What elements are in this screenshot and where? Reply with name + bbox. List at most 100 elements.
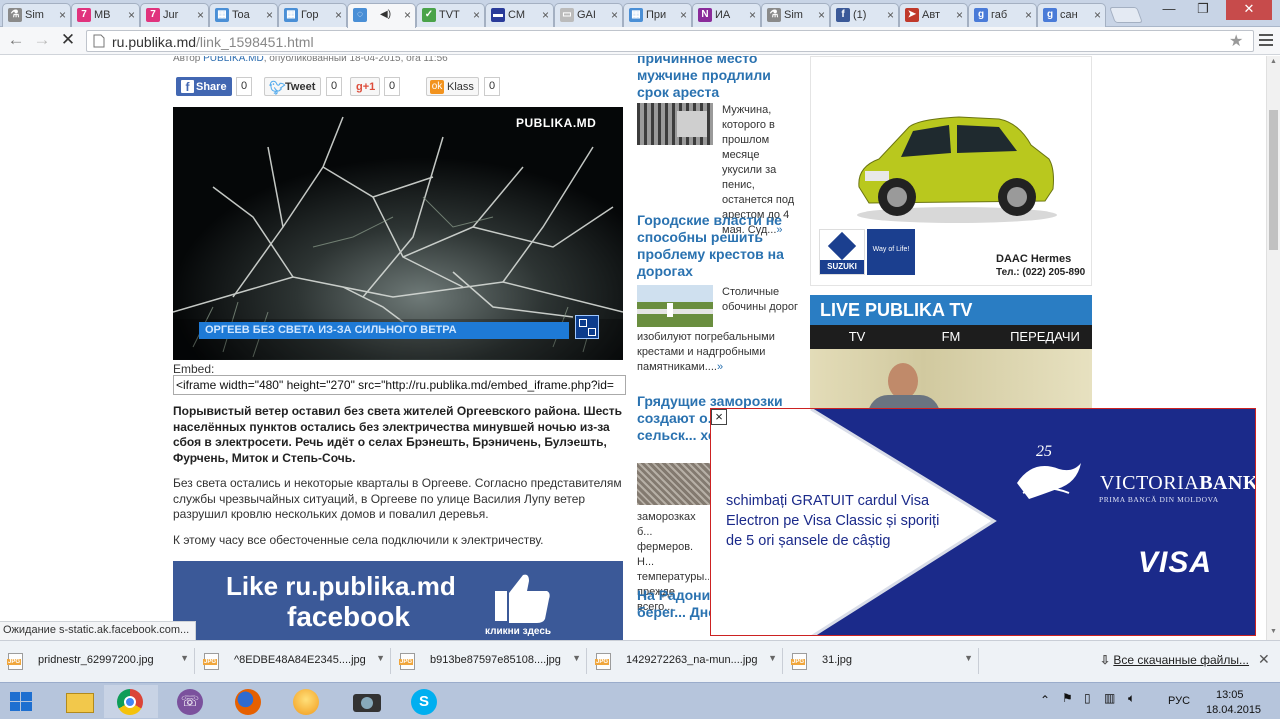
tab-label: Гор (301, 9, 319, 21)
skype-taskbar-button[interactable]: S (398, 685, 452, 718)
rambler-taskbar-button[interactable] (280, 685, 334, 718)
back-icon[interactable]: ← (6, 31, 26, 51)
download-item[interactable]: 31.jpg ▼ (784, 648, 979, 674)
news-thumbnail[interactable] (637, 285, 713, 327)
maximize-button[interactable]: ❐ (1190, 0, 1216, 20)
close-tab-icon[interactable]: × (59, 4, 66, 26)
facebook-like-banner[interactable]: Like ru.publika.md facebook кликни здесь (173, 561, 623, 640)
news-title[interactable]: Городские власти не способны решить проб… (637, 212, 802, 280)
new-tab-button[interactable] (1109, 7, 1143, 23)
close-tab-icon[interactable]: × (197, 4, 204, 26)
chrome-taskbar-button[interactable] (104, 685, 158, 718)
gplus-button[interactable]: g+1 (350, 77, 380, 96)
browser-tab[interactable]: N ИА × (692, 3, 761, 27)
browser-tab[interactable]: ⚗ Sim × (2, 3, 71, 27)
tweet-button[interactable]: 🐦︎ Tweet (264, 77, 321, 96)
video-player[interactable]: PUBLIKA.MD ОРГЕЕВ БЕЗ СВЕТА ИЗ-ЗА СИЛЬНО… (173, 107, 623, 360)
browser-tab[interactable]: ◌ ◀) × (347, 3, 416, 28)
scroll-down-icon[interactable]: ▼ (1270, 628, 1277, 635)
download-item[interactable]: 1429272263_na-mun....jpg ▼ (588, 648, 783, 674)
klass-button[interactable]: ok Klass (426, 77, 479, 96)
camera-taskbar-button[interactable] (340, 685, 394, 718)
close-window-button[interactable]: ✕ (1226, 0, 1272, 20)
browser-tab[interactable]: f (1) × (830, 3, 899, 27)
address-bar[interactable]: ru.publika.md/link_1598451.html ★ (86, 30, 1254, 52)
download-item[interactable]: ^8EDBE48A84E2345....jpg ▼ (196, 648, 391, 674)
browser-tab[interactable]: ➤ Авт × (899, 3, 968, 27)
scrollbar-thumb[interactable] (1269, 110, 1278, 250)
bank-tagline: PRIMA BANCĂ DIN MOLDOVA (1099, 495, 1219, 504)
browser-tab[interactable]: 7 Jur × (140, 3, 209, 27)
news-thumbnail[interactable] (637, 463, 713, 505)
audio-playing-icon[interactable]: ◀) (380, 4, 391, 26)
firefox-taskbar-button[interactable] (222, 685, 276, 718)
volume-icon[interactable]: 🔈︎ (1128, 691, 1135, 706)
close-tab-icon[interactable]: × (887, 4, 894, 26)
browser-tab[interactable]: 7 MB × (71, 3, 140, 27)
close-tab-icon[interactable]: × (128, 4, 135, 26)
chevron-down-icon[interactable]: ▼ (572, 653, 581, 663)
victoriabank-popup-ad[interactable]: × schimbați GRATUIT cardul Visa Electron… (710, 408, 1256, 636)
clock-date[interactable]: 18.04.2015 (1206, 704, 1261, 716)
close-shelf-icon[interactable]: ✕ (1258, 651, 1270, 668)
all-downloads-link[interactable]: ⇩ Все скачанные файлы... (1100, 653, 1249, 667)
google-icon: g (974, 8, 988, 22)
browser-tab[interactable]: g габ × (968, 3, 1037, 27)
chevron-down-icon[interactable]: ▼ (768, 653, 777, 663)
browser-tab[interactable]: ▭ GAI × (554, 3, 623, 27)
download-item[interactable]: pridnestr_62997200.jpg ▼ (0, 648, 195, 674)
bookmark-star-icon[interactable]: ★ (1229, 31, 1243, 51)
page-viewport: Автор PUBLIKA.MD, опубликованный 18-04-2… (0, 56, 1266, 640)
browser-tab[interactable]: ✓ TVT × (416, 3, 485, 27)
browser-tab[interactable]: ▬ СМ × (485, 3, 554, 27)
close-tab-icon[interactable]: × (473, 4, 480, 26)
chevron-down-icon[interactable]: ▼ (180, 653, 189, 663)
browser-tab[interactable]: ⚗ Sim × (761, 3, 830, 27)
menu-icon[interactable] (1258, 31, 1274, 49)
stop-icon[interactable]: ✕ (58, 31, 78, 51)
close-tab-icon[interactable]: × (542, 4, 549, 26)
forward-icon[interactable]: → (32, 31, 52, 51)
embed-code-field[interactable]: <iframe width="480" height="270" src="ht… (173, 375, 626, 395)
author-link[interactable]: PUBLIKA.MD (203, 56, 264, 64)
close-tab-icon[interactable]: × (818, 4, 825, 26)
tab-programs[interactable]: ПЕРЕДАЧИ (998, 325, 1092, 349)
suzuki-ad[interactable]: SUZUKI Way of Life! DAAC Hermes Тел.: (0… (810, 56, 1092, 286)
browser-tab[interactable]: ▦ Гор × (278, 3, 347, 27)
chevron-down-icon[interactable]: ▼ (964, 653, 973, 663)
tab-tv[interactable]: TV (810, 325, 904, 349)
facebook-share-button[interactable]: f Share (176, 77, 232, 96)
viber-taskbar-button[interactable]: ☏ (164, 685, 218, 718)
battery-icon[interactable]: ▯ (1084, 691, 1091, 705)
explorer-taskbar-button[interactable] (54, 685, 108, 718)
start-button[interactable] (0, 685, 54, 718)
close-tab-icon[interactable]: × (335, 4, 342, 26)
minimize-button[interactable]: — (1156, 0, 1182, 20)
tab-fm[interactable]: FM (904, 325, 998, 349)
close-tab-icon[interactable]: × (266, 4, 273, 26)
close-tab-icon[interactable]: × (1025, 4, 1032, 26)
news-thumbnail[interactable] (637, 103, 713, 145)
close-tab-icon[interactable]: × (956, 4, 963, 26)
clock-time[interactable]: 13:05 (1216, 689, 1244, 701)
news-title[interactable]: причинное место мужчине продлили срок ар… (637, 56, 802, 101)
close-tab-icon[interactable]: × (749, 4, 756, 26)
close-tab-icon[interactable]: × (611, 4, 618, 26)
firefox-icon (235, 689, 261, 715)
language-indicator[interactable]: РУС (1168, 695, 1190, 707)
close-tab-icon[interactable]: × (1094, 4, 1101, 26)
chevron-down-icon[interactable]: ▼ (376, 653, 385, 663)
close-tab-icon[interactable]: × (404, 4, 411, 26)
network-icon[interactable]: ▥ (1104, 691, 1115, 705)
browser-tab[interactable]: ▦ Toa × (209, 3, 278, 27)
close-ad-button[interactable]: × (711, 409, 727, 425)
scroll-up-icon[interactable]: ▲ (1270, 58, 1277, 65)
arrow-icon: ➤ (905, 8, 919, 22)
chevron-up-icon[interactable]: ⌃ (1040, 693, 1050, 707)
close-tab-icon[interactable]: × (680, 4, 687, 26)
vertical-scrollbar[interactable]: ▲ ▼ (1266, 56, 1280, 640)
download-item[interactable]: b913be87597e85108....jpg ▼ (392, 648, 587, 674)
flag-icon[interactable]: ⚑ (1062, 691, 1073, 705)
browser-tab[interactable]: g сан × (1037, 3, 1106, 27)
browser-tab[interactable]: ▦ При × (623, 3, 692, 27)
